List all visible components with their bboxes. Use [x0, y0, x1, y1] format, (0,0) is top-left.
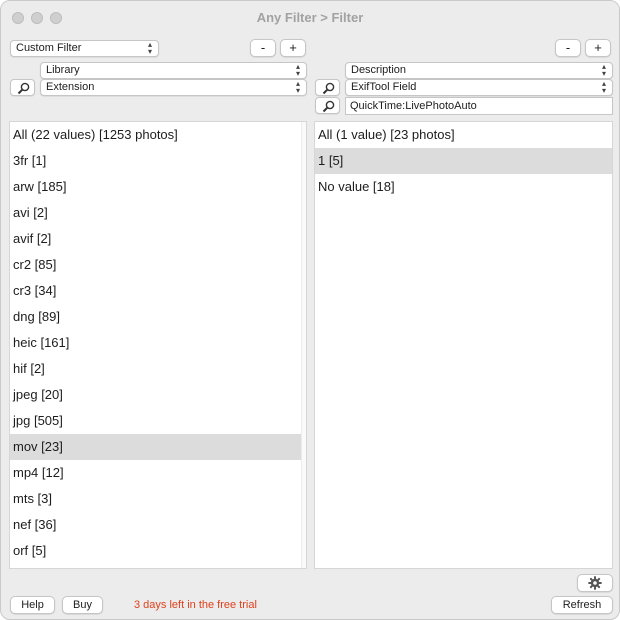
left-source-select[interactable]: Library ▴ ▾	[40, 62, 307, 79]
popup-arrows-icon: ▴ ▾	[295, 79, 300, 95]
popup-arrows-icon: ▴ ▾	[601, 79, 606, 95]
left-values-list[interactable]: All (22 values) [1253 photos] 3fr [1] arw …	[9, 121, 307, 569]
popup-arrows-icon: ▴ ▾	[295, 62, 300, 78]
popup-arrows-icon: ▴ ▾	[601, 62, 606, 78]
left-source-select-value: Library	[46, 64, 80, 76]
help-button[interactable]: Help	[10, 596, 55, 614]
list-item[interactable]: mov [23]	[10, 434, 306, 460]
magnifier-icon	[322, 100, 335, 113]
left-list-scroll-thumb[interactable]	[306, 125, 307, 455]
buy-button[interactable]: Buy	[62, 596, 103, 614]
right-add-button[interactable]: +	[585, 39, 611, 57]
tag-name-field[interactable]: QuickTime:LivePhotoAuto	[345, 97, 613, 115]
settings-button[interactable]	[577, 574, 613, 592]
list-item[interactable]: nef [36]	[10, 512, 306, 538]
magnifier-icon	[17, 82, 30, 95]
left-rows-container: All (22 values) [1253 photos] 3fr [1] arw …	[10, 122, 306, 564]
left-field-select-value: Extension	[46, 81, 95, 93]
title-bar: Any Filter > Filter	[1, 1, 619, 35]
app-window: Any Filter > Filter Custom Filter ▴ ▾ - +…	[0, 0, 620, 620]
left-list-scrollbar[interactable]	[301, 122, 307, 568]
right-field-select[interactable]: ExifTool Field ▴ ▾	[345, 79, 613, 96]
left-search-button[interactable]	[10, 79, 35, 96]
right-values-list[interactable]: All (1 value) [23 photos] 1 [5] No value […	[314, 121, 613, 569]
list-item[interactable]: 1 [5]	[315, 148, 612, 174]
list-item[interactable]: cr3 [34]	[10, 278, 306, 304]
trial-notice: 3 days left in the free trial	[134, 599, 257, 611]
left-field-select[interactable]: Extension ▴ ▾	[40, 79, 307, 96]
right-source-select-value: Description	[351, 64, 407, 76]
window-title: Any Filter > Filter	[256, 10, 364, 25]
list-item[interactable]: No value [18]	[315, 174, 612, 200]
list-item[interactable]: mts [3]	[10, 486, 306, 512]
popup-arrows-icon: ▴ ▾	[147, 40, 152, 56]
right-search-button[interactable]	[315, 79, 340, 96]
list-item[interactable]: heic [161]	[10, 330, 306, 356]
right-tag-search-button[interactable]	[315, 97, 340, 114]
list-item[interactable]: avi [2]	[10, 200, 306, 226]
list-item[interactable]: hif [2]	[10, 356, 306, 382]
list-item[interactable]: avif [2]	[10, 226, 306, 252]
filter-select-value: Custom Filter	[16, 42, 82, 54]
list-item[interactable]: cr2 [85]	[10, 252, 306, 278]
list-item[interactable]: 3fr [1]	[10, 148, 306, 174]
right-remove-button[interactable]: -	[555, 39, 581, 57]
list-item[interactable]: All (1 value) [23 photos]	[315, 122, 612, 148]
right-source-select[interactable]: Description ▴ ▾	[345, 62, 613, 79]
refresh-button[interactable]: Refresh	[551, 596, 613, 614]
list-item[interactable]: mp4 [12]	[10, 460, 306, 486]
right-rows-container: All (1 value) [23 photos] 1 [5] No value […	[315, 122, 612, 200]
magnifier-icon	[322, 82, 335, 95]
right-field-select-value: ExifTool Field	[351, 81, 417, 93]
gear-icon	[588, 576, 602, 590]
filter-select[interactable]: Custom Filter ▴ ▾	[10, 40, 159, 57]
list-item[interactable]: All (22 values) [1253 photos]	[10, 122, 306, 148]
list-item[interactable]: orf [5]	[10, 538, 306, 564]
list-item[interactable]: jpeg [20]	[10, 382, 306, 408]
left-add-button[interactable]: +	[280, 39, 306, 57]
left-remove-button[interactable]: -	[250, 39, 276, 57]
list-item[interactable]: jpg [505]	[10, 408, 306, 434]
list-item[interactable]: arw [185]	[10, 174, 306, 200]
list-item[interactable]: dng [89]	[10, 304, 306, 330]
